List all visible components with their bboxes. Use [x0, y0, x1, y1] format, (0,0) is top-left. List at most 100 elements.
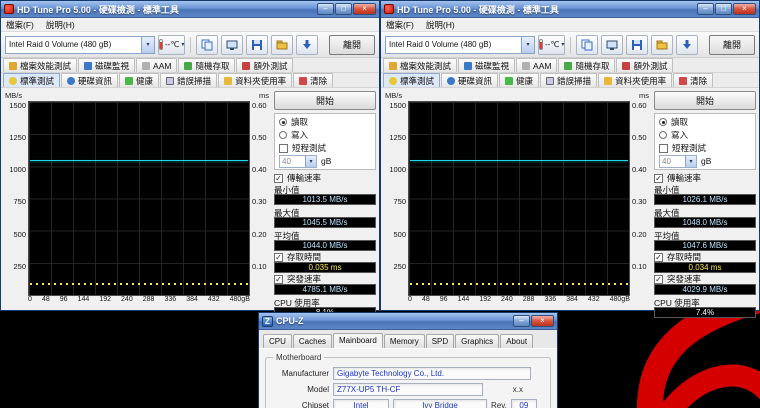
tab-random-access[interactable]: 隨機存取 — [558, 58, 615, 72]
titlebar[interactable]: Z CPU-Z — [259, 313, 557, 330]
chipset-name: Ivy Bridge — [393, 399, 487, 408]
tab-extra-tests[interactable]: 額外測試 — [236, 58, 293, 72]
tab-label: 清除 — [690, 75, 707, 87]
update-button[interactable] — [676, 35, 698, 55]
export-button[interactable] — [651, 35, 673, 55]
drive-select[interactable]: Intel Raid 0 Volume (480 gB) — [5, 36, 155, 54]
write-radio[interactable] — [659, 131, 667, 139]
gb-label: gB — [701, 156, 711, 166]
screenshot-button[interactable] — [601, 35, 623, 55]
tab-error-scan[interactable]: 錯誤掃描 — [160, 73, 217, 87]
tab-disk-monitor[interactable]: 磁碟監視 — [458, 58, 515, 72]
tab-caches[interactable]: Caches — [293, 334, 332, 348]
copy-button[interactable] — [196, 35, 218, 55]
short-stroke-select[interactable]: 40 — [659, 155, 697, 168]
tab-graphics[interactable]: Graphics — [455, 334, 499, 348]
tab-disk-monitor[interactable]: 磁碟監視 — [78, 58, 135, 72]
start-button[interactable]: 開始 — [274, 91, 376, 110]
titlebar[interactable]: HD Tune Pro 5.00 - 硬碟檢測 - 標準工具 — [381, 1, 759, 18]
temperature-button[interactable]: --℃ — [158, 35, 185, 55]
tab-health[interactable]: 健康 — [119, 73, 159, 87]
tab-file-benchmark[interactable]: 檔案效能測試 — [3, 58, 77, 72]
exit-button[interactable]: 離開 — [709, 35, 755, 55]
cpu-usage-label: CPU 使用率 — [274, 297, 376, 307]
tab-cpu[interactable]: CPU — [263, 334, 292, 348]
tab-error-scan[interactable]: 錯誤掃描 — [540, 73, 597, 87]
tab-folder-usage[interactable]: 資料夾使用率 — [218, 73, 292, 87]
y-axis-unit-left: MB/s — [385, 91, 402, 101]
folder-icon — [276, 39, 288, 51]
tab-erase[interactable]: 清除 — [673, 73, 713, 87]
titlebar[interactable]: HD Tune Pro 5.00 - 硬碟檢測 - 標準工具 — [1, 1, 379, 18]
tab-memory[interactable]: Memory — [384, 334, 425, 348]
menu-help[interactable]: 說明(H) — [46, 19, 75, 31]
tab-aam[interactable]: AAM — [516, 58, 557, 72]
short-stroke-checkbox[interactable] — [279, 144, 288, 153]
start-button[interactable]: 開始 — [654, 91, 756, 110]
drive-select[interactable]: Intel Raid 0 Volume (480 gB) — [385, 36, 535, 54]
tab-spd[interactable]: SPD — [426, 334, 454, 348]
aam-icon — [142, 62, 150, 70]
short-stroke-checkbox[interactable] — [659, 144, 668, 153]
exit-button[interactable]: 離開 — [329, 35, 375, 55]
chevron-down-icon — [685, 156, 696, 167]
y-axis-label: 1500 — [4, 101, 28, 110]
screenshot-icon — [226, 39, 238, 51]
tab-file-benchmark[interactable]: 檔案效能測試 — [383, 58, 457, 72]
tab-label: 資料夾使用率 — [615, 75, 666, 87]
tab-erase[interactable]: 清除 — [293, 73, 333, 87]
manufacturer-row: Manufacturer Gigabyte Technology Co., Lt… — [271, 367, 545, 380]
tab-benchmark[interactable]: 標準測試 — [383, 73, 440, 87]
burst-rate-checkbox[interactable] — [274, 275, 283, 284]
save-button[interactable] — [626, 35, 648, 55]
tab-folder-usage[interactable]: 資料夾使用率 — [598, 73, 672, 87]
menu-file[interactable]: 檔案(F) — [386, 19, 414, 31]
y-axis-label: 1500 — [384, 101, 408, 110]
access-time-checkbox[interactable] — [274, 253, 283, 262]
maximize-button[interactable] — [715, 3, 732, 15]
tab-label: 標準測試 — [400, 75, 434, 87]
read-radio[interactable] — [659, 118, 667, 126]
menu-help[interactable]: 說明(H) — [426, 19, 455, 31]
transfer-rate-checkbox[interactable] — [654, 174, 663, 183]
close-button[interactable] — [353, 3, 376, 15]
x-axis-label: 144 — [458, 296, 470, 307]
minimize-button[interactable] — [513, 315, 530, 327]
tab-health[interactable]: 健康 — [499, 73, 539, 87]
short-stroke-select[interactable]: 40 — [279, 155, 317, 168]
tab-label: 錯誤掃描 — [177, 75, 211, 87]
tab-extra-tests[interactable]: 額外測試 — [616, 58, 673, 72]
minimize-button[interactable] — [697, 3, 714, 15]
tab-random-access[interactable]: 隨機存取 — [178, 58, 235, 72]
burst-rate-checkbox[interactable] — [654, 275, 663, 284]
copy-button[interactable] — [576, 35, 598, 55]
read-radio[interactable] — [279, 118, 287, 126]
transfer-rate-label: 傳輸速率 — [287, 172, 321, 184]
close-button[interactable] — [733, 3, 756, 15]
access-time-checkbox[interactable] — [654, 253, 663, 262]
tab-about[interactable]: About — [500, 334, 533, 348]
update-button[interactable] — [296, 35, 318, 55]
tab-disk-info[interactable]: 硬碟資訊 — [441, 73, 498, 87]
tab-disk-info[interactable]: 硬碟資訊 — [61, 73, 118, 87]
tab-benchmark[interactable]: 標準測試 — [3, 73, 60, 87]
file-benchmark-icon — [389, 62, 397, 70]
tab-mainboard[interactable]: Mainboard — [333, 333, 383, 348]
minimize-button[interactable] — [317, 3, 334, 15]
y-axis-label: 0.60 — [250, 101, 270, 110]
menu-file[interactable]: 檔案(F) — [6, 19, 34, 31]
maximize-button[interactable] — [335, 3, 352, 15]
error-scan-icon — [166, 77, 174, 85]
transfer-rate-checkbox[interactable] — [274, 174, 283, 183]
tab-aam[interactable]: AAM — [136, 58, 177, 72]
y-axis-label: 750 — [384, 197, 408, 206]
screenshot-button[interactable] — [221, 35, 243, 55]
temperature-button[interactable]: --℃ — [538, 35, 565, 55]
close-button[interactable] — [531, 315, 554, 327]
tab-label: 標準測試 — [20, 75, 54, 87]
x-axis: 04896144192240288336384432480gB — [28, 296, 250, 307]
write-radio[interactable] — [279, 131, 287, 139]
export-button[interactable] — [271, 35, 293, 55]
save-button[interactable] — [246, 35, 268, 55]
save-icon — [631, 39, 643, 51]
